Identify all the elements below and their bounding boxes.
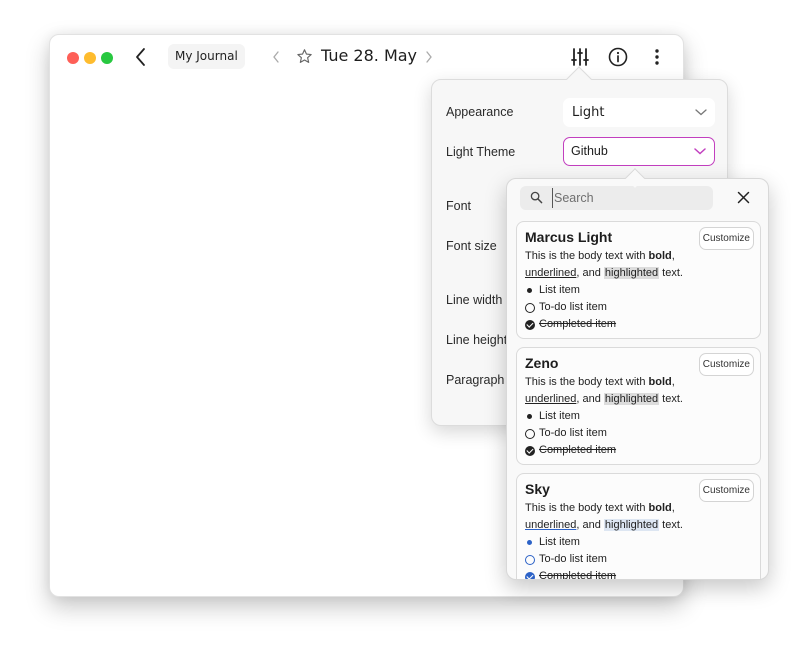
info-button[interactable]: [607, 46, 629, 68]
appearance-value: Light: [572, 105, 605, 120]
close-window-button[interactable]: [67, 52, 79, 64]
chevron-down-icon: [694, 148, 706, 155]
line-width-label: Line width: [446, 293, 503, 307]
theme-card-marcus-light[interactable]: Marcus Light Customize This is the body …: [516, 221, 761, 339]
light-theme-label: Light Theme: [446, 145, 516, 159]
chevron-down-icon: [695, 109, 707, 116]
light-theme-value: Github: [571, 144, 608, 158]
checkmark-circle-icon: [525, 571, 535, 579]
font-size-label: Font size: [446, 239, 497, 253]
journal-selector[interactable]: My Journal: [168, 44, 245, 69]
minimize-window-button[interactable]: [84, 52, 96, 64]
info-icon: [608, 47, 628, 67]
display-settings-button[interactable]: [569, 46, 591, 68]
todo-circle-icon: [525, 428, 535, 439]
chevron-left-icon: [136, 48, 145, 66]
sliders-icon: [571, 48, 589, 66]
customize-button[interactable]: Customize: [698, 479, 754, 502]
star-icon: [297, 49, 312, 63]
appearance-label: Appearance: [446, 105, 514, 119]
theme-picker-dropdown: Marcus Light Customize This is the body …: [506, 178, 769, 580]
theme-search-input[interactable]: [552, 188, 707, 208]
more-options-button[interactable]: [646, 46, 668, 68]
todo-circle-icon: [525, 302, 535, 313]
customize-button[interactable]: Customize: [698, 227, 754, 250]
close-icon[interactable]: [737, 191, 750, 204]
theme-preview: This is the body text with bold, underli…: [525, 376, 683, 456]
todo-circle-icon: [525, 554, 535, 565]
date-title: Tue 28. May: [321, 46, 418, 65]
chevron-right-icon: [426, 51, 432, 63]
checkmark-circle-icon: [525, 319, 535, 330]
appearance-select[interactable]: Light: [563, 98, 715, 127]
next-day-button[interactable]: [424, 49, 434, 65]
bullet-icon: [527, 414, 532, 419]
theme-card-sky[interactable]: Sky Customize This is the body text with…: [516, 473, 761, 580]
theme-card-zeno[interactable]: Zeno Customize This is the body text wit…: [516, 347, 761, 465]
bullet-icon: [527, 540, 532, 545]
favorite-button[interactable]: [296, 48, 313, 65]
previous-day-button[interactable]: [271, 49, 281, 65]
customize-button[interactable]: Customize: [698, 353, 754, 376]
light-theme-select[interactable]: Github: [563, 137, 715, 166]
theme-name: Zeno: [525, 355, 559, 371]
maximize-window-button[interactable]: [101, 52, 113, 64]
theme-name: Sky: [525, 481, 550, 497]
bullet-icon: [527, 288, 532, 293]
search-icon: [530, 191, 543, 204]
more-vertical-icon: [655, 49, 659, 65]
checkmark-circle-icon: [525, 445, 535, 456]
theme-search-box: [520, 186, 713, 210]
theme-name: Marcus Light: [525, 229, 613, 245]
line-height-label: Line height: [446, 333, 508, 347]
back-button[interactable]: [132, 46, 150, 68]
theme-preview: This is the body text with bold, underli…: [525, 250, 683, 330]
theme-preview: This is the body text with bold, underli…: [525, 502, 683, 580]
font-label: Font: [446, 199, 472, 213]
chevron-left-icon: [273, 51, 279, 63]
